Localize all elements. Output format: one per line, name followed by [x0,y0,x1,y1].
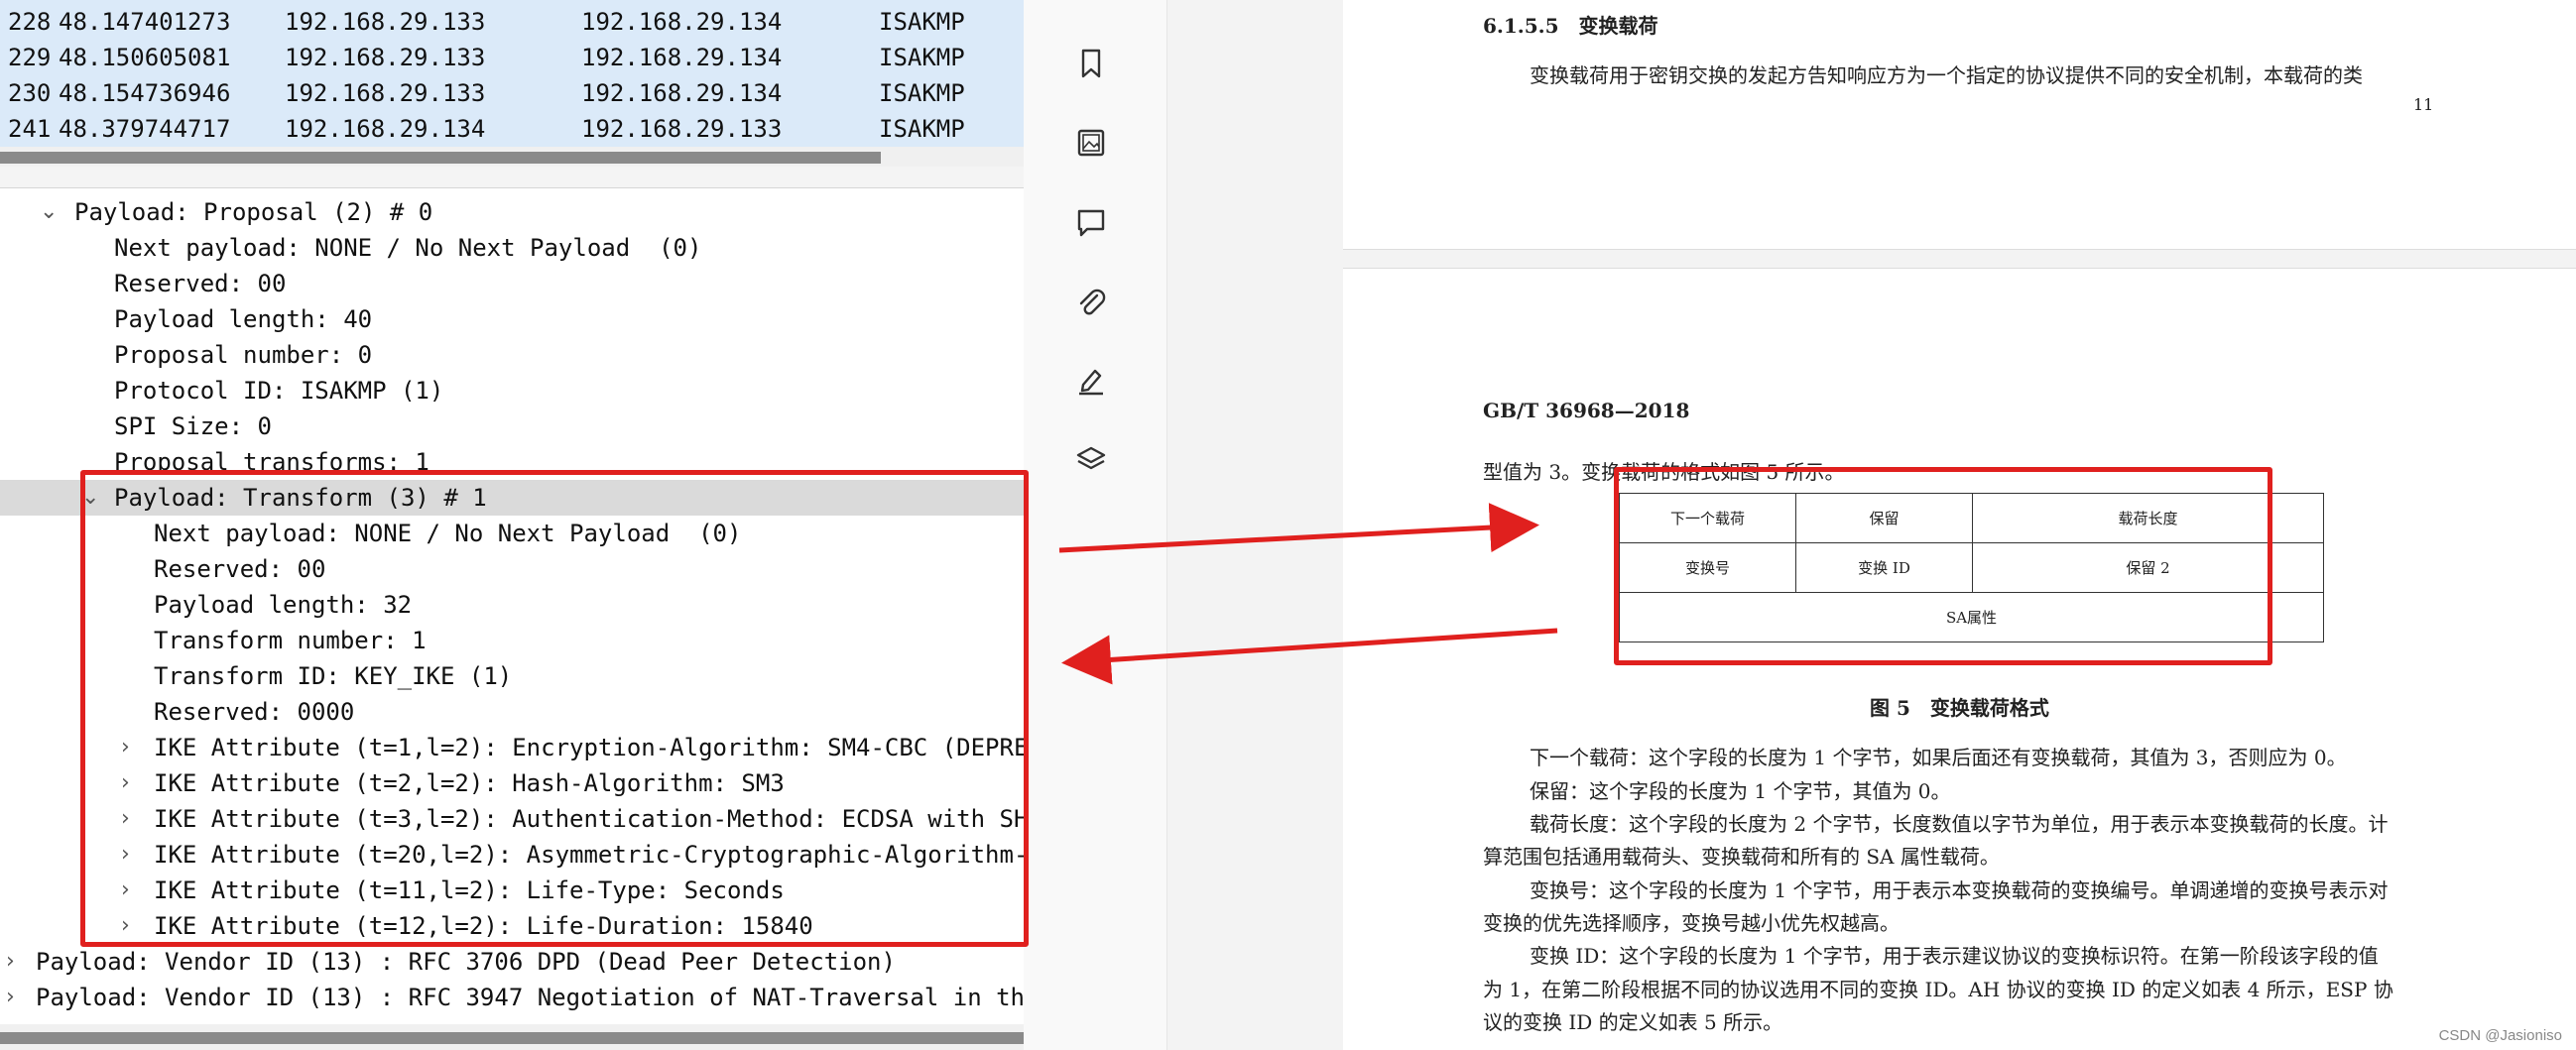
arrow-to-table [1058,503,1539,553]
watermark: CSDN @Jasioniso [2438,1027,2562,1044]
annotation-arrows [1058,503,1558,685]
arrow-to-tree [1061,628,1558,685]
